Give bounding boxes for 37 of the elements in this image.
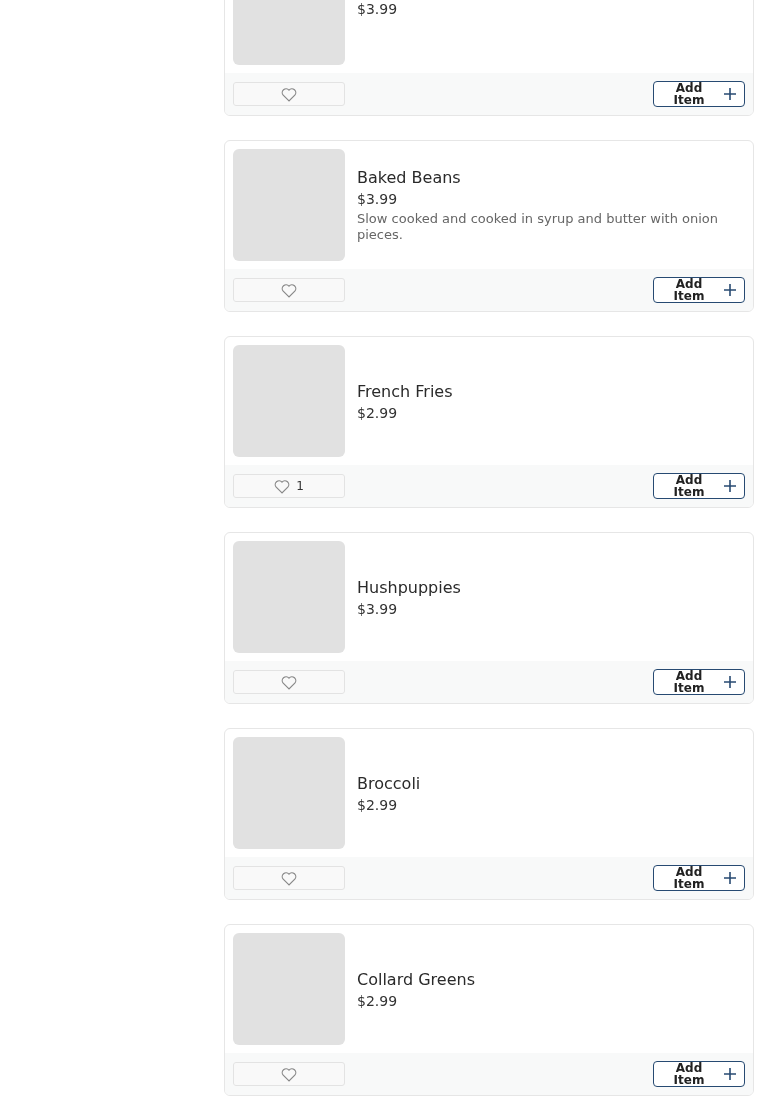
item-price: $2.99 — [357, 404, 399, 421]
item-price: $3.99 — [357, 190, 399, 207]
plus-icon — [724, 284, 736, 296]
plus-icon — [724, 676, 736, 688]
like-button[interactable] — [233, 670, 345, 694]
add-item-button[interactable]: Add Item — [653, 865, 745, 891]
heart-icon — [281, 282, 297, 298]
heart-icon — [274, 478, 291, 494]
plus-icon — [724, 480, 736, 492]
item-name: French Fries — [357, 381, 453, 401]
like-button[interactable] — [233, 278, 345, 302]
like-count: 1 — [296, 479, 304, 493]
add-item-button[interactable]: Add Item — [653, 81, 745, 107]
like-button[interactable] — [233, 1062, 345, 1086]
item-price: $2.99 — [357, 992, 399, 1009]
heart-icon — [281, 86, 297, 102]
plus-icon — [724, 872, 736, 884]
heart-icon — [281, 870, 297, 886]
item-price: $3.99 — [357, 1, 398, 17]
item-name: Broccoli — [357, 773, 421, 793]
add-item-button[interactable]: Add Item — [653, 473, 745, 499]
item-name: Hushpuppies — [357, 577, 461, 597]
add-item-button[interactable]: Add Item — [653, 1061, 745, 1087]
add-item-button[interactable]: Add Item — [653, 669, 745, 695]
like-button[interactable]: 1 — [233, 474, 345, 498]
item-name: Collard Greens — [357, 969, 475, 989]
plus-icon — [724, 88, 736, 100]
like-button[interactable] — [233, 82, 345, 106]
like-button[interactable] — [233, 866, 345, 890]
heart-icon — [281, 674, 297, 690]
item-description: Slow cooked and cooked in syrup and butter with onion pieces. — [357, 210, 720, 243]
item-price: $3.99 — [357, 600, 399, 617]
add-item-button[interactable]: Add Item — [653, 277, 745, 303]
item-name: Baked Beans — [357, 167, 462, 187]
item-price: $2.99 — [357, 796, 399, 813]
plus-icon — [724, 1068, 736, 1080]
heart-icon — [281, 1066, 297, 1082]
